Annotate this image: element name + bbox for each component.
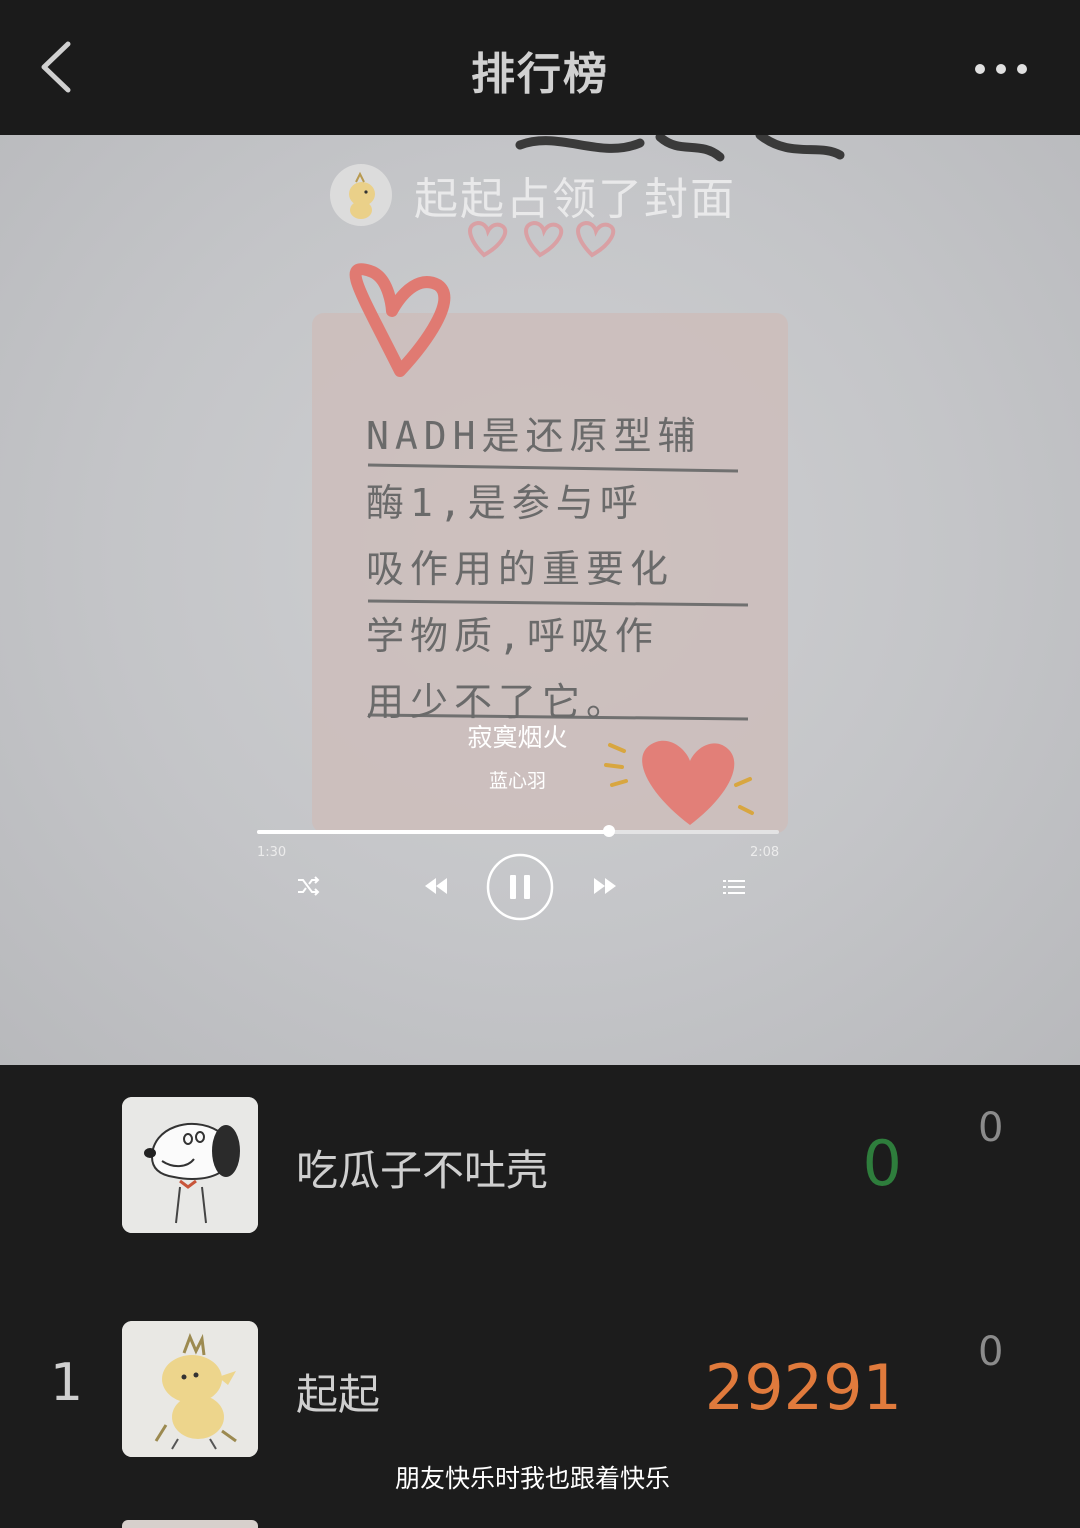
note-line: 酶1,是参与呼	[366, 481, 644, 525]
note-line: 吸作用的重要化	[366, 547, 675, 591]
leaderboard-row[interactable]: 1 起起 29291 0	[0, 1321, 1080, 1481]
song-title: 寂寞烟火	[467, 723, 568, 752]
progress-bar[interactable]	[257, 825, 779, 837]
next-icon	[594, 878, 616, 894]
previous-button[interactable]	[420, 871, 452, 901]
top-bar: 排行榜	[0, 0, 1080, 135]
shuffle-icon	[298, 876, 320, 896]
occupier-avatar	[330, 164, 392, 226]
shuffle-button[interactable]	[292, 870, 324, 902]
cover-artwork	[312, 135, 845, 833]
like-count[interactable]: 0	[978, 1105, 1003, 1151]
time-elapsed: 1:30	[257, 845, 287, 860]
user-avatar[interactable]	[122, 1321, 258, 1457]
previous-icon	[425, 878, 447, 894]
cover-image[interactable]: 起起占领了封面 NADH是还原型辅 酶1,是参与呼 吸作用的重要化 学物质,呼吸…	[0, 135, 1080, 1065]
page-title: 排行榜	[471, 49, 609, 100]
rank-number: 1	[50, 1353, 84, 1413]
user-name: 起起	[296, 1370, 381, 1419]
leaderboard-row[interactable]: 吃瓜子不吐壳 0 0	[0, 1097, 1080, 1257]
more-button[interactable]	[966, 48, 1036, 90]
cover-occupied-banner: 起起占领了封面	[330, 164, 736, 226]
woodstock-avatar-image	[122, 1321, 258, 1457]
user-avatar[interactable]	[122, 1097, 258, 1233]
pause-button[interactable]	[486, 853, 554, 921]
step-score: 0	[862, 1127, 902, 1200]
note-line: NADH是还原型辅	[366, 414, 702, 458]
step-score: 29291	[704, 1351, 902, 1424]
user-avatar[interactable]	[122, 1520, 258, 1528]
playlist-icon	[723, 880, 745, 894]
ellipsis-icon	[975, 64, 1027, 74]
like-count[interactable]: 0	[978, 1329, 1003, 1375]
progress-fill	[257, 830, 610, 834]
cover-occupied-text: 起起占领了封面	[414, 174, 736, 225]
playlist-button[interactable]	[718, 872, 750, 902]
song-artist: 蓝心羽	[488, 770, 546, 792]
pause-icon	[486, 853, 554, 921]
time-total: 2:08	[750, 845, 780, 860]
note-line: 学物质,呼吸作	[366, 614, 659, 658]
caption-text: 朋友快乐时我也跟着快乐	[394, 1464, 670, 1493]
user-name: 吃瓜子不吐壳	[296, 1146, 549, 1195]
next-button[interactable]	[589, 871, 621, 901]
snoopy-avatar-image	[122, 1097, 258, 1233]
